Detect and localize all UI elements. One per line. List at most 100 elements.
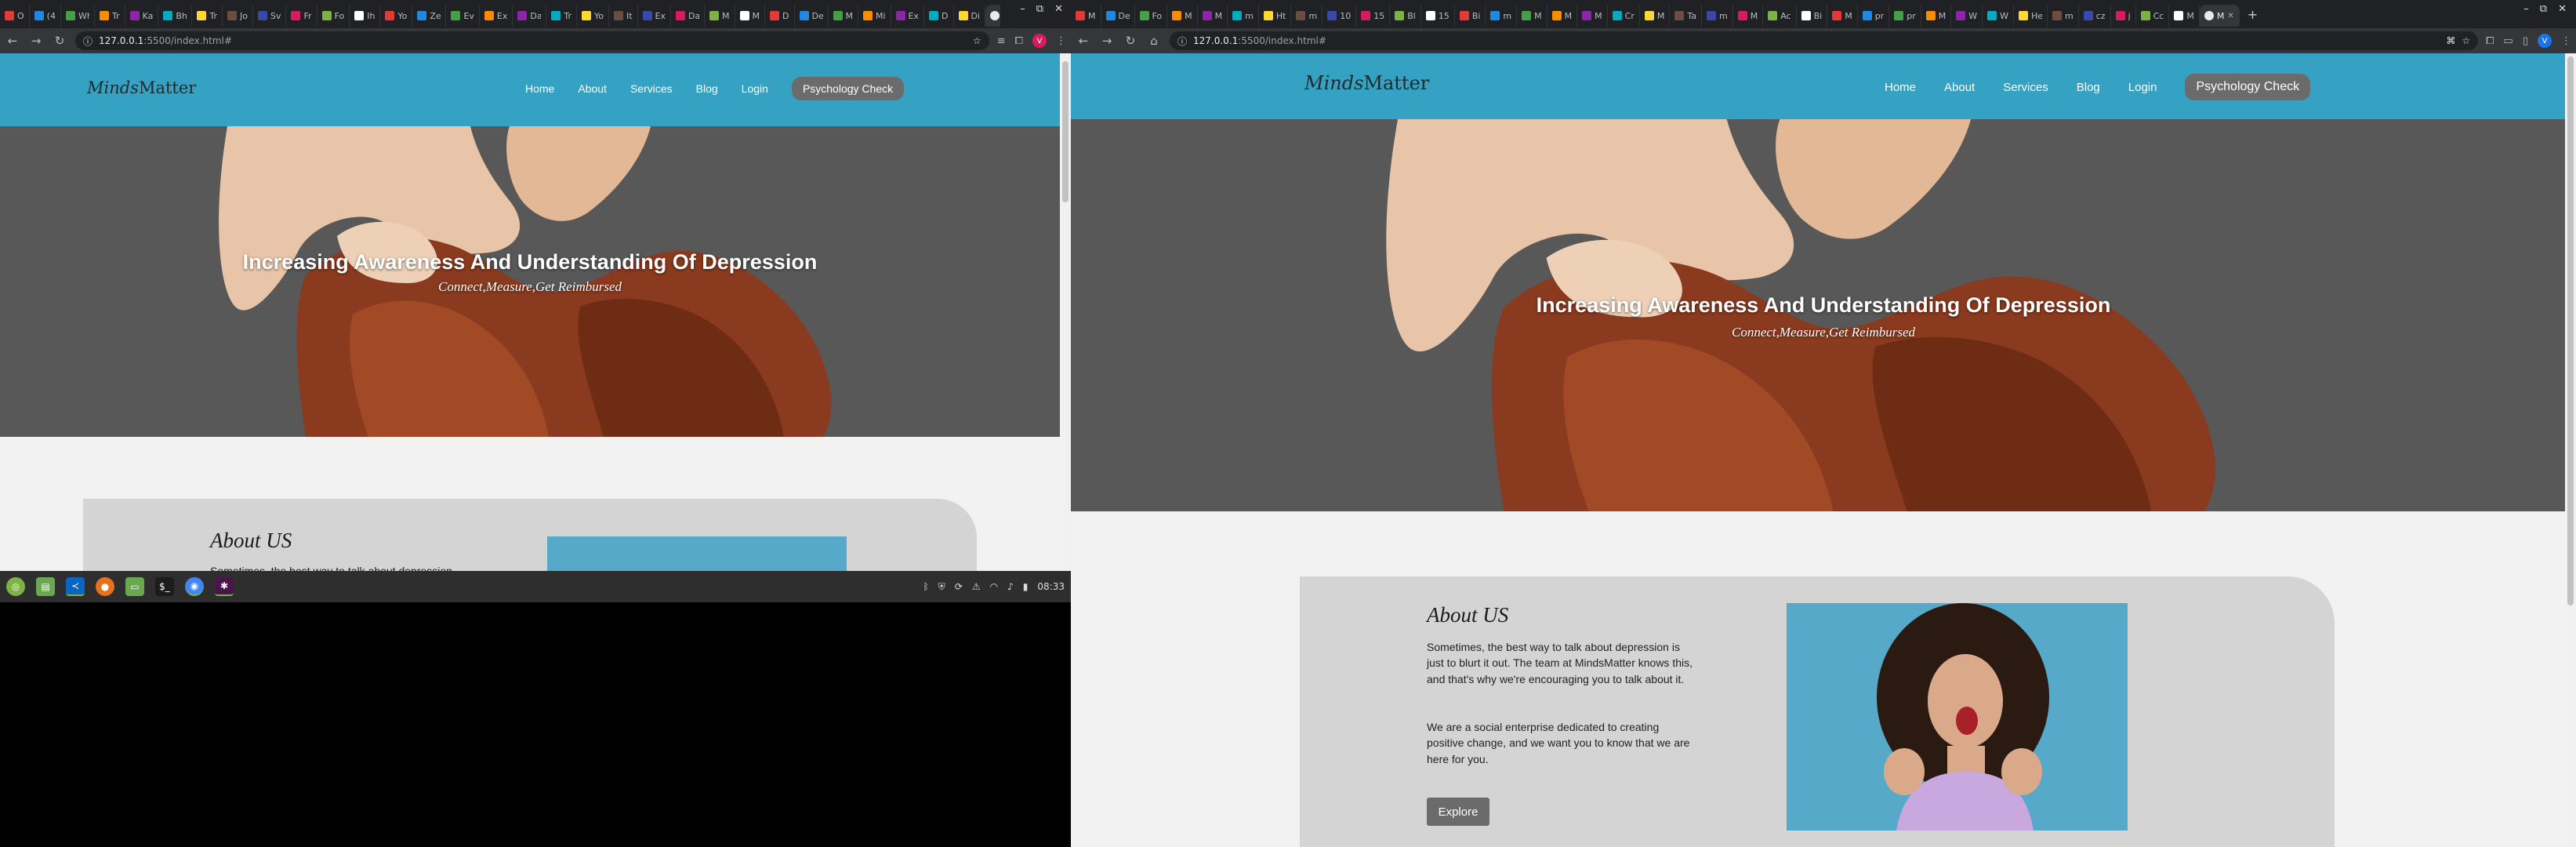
browser-tab[interactable]: M (1071, 5, 1101, 27)
nav-login[interactable]: Login (2128, 81, 2157, 94)
bluetooth-icon[interactable]: ᛒ (923, 581, 929, 592)
warning-icon[interactable]: ⚠ (972, 581, 981, 592)
terminal-icon[interactable]: $_ (155, 577, 174, 596)
tab-close-icon[interactable]: ✕ (2227, 12, 2233, 20)
nav-about[interactable]: About (578, 82, 607, 95)
browser-tab[interactable]: W (1951, 5, 1983, 27)
reload-icon[interactable]: ↻ (1123, 34, 1138, 48)
browser-tab[interactable]: M (1517, 5, 1547, 27)
browser-tab[interactable]: M (1921, 5, 1952, 27)
browser-tab[interactable]: m (2048, 5, 2079, 27)
extensions-icon[interactable]: ⧠ (2486, 35, 2494, 47)
profile-avatar[interactable]: V (1032, 34, 1047, 48)
nav-services[interactable]: Services (630, 82, 673, 95)
close-icon[interactable]: ✕ (2558, 3, 2567, 15)
files-icon[interactable]: ▤ (36, 577, 55, 596)
minimize-icon[interactable]: – (1020, 3, 1025, 15)
browser-tab[interactable]: (4 (30, 5, 61, 27)
browser-tab[interactable]: M (1577, 5, 1608, 27)
browser-tab[interactable]: Wh (61, 5, 95, 27)
browser-tab[interactable]: He (2014, 5, 2048, 27)
browser-tab[interactable]: M (705, 5, 735, 27)
restore-icon[interactable]: ⧉ (1036, 3, 1043, 15)
browser-tab-active[interactable]: D✕ (985, 5, 1000, 27)
nav-blog[interactable]: Blog (2077, 81, 2100, 94)
nav-about[interactable]: About (1944, 81, 1975, 94)
browser-tab[interactable]: m (1702, 5, 1733, 27)
nav-login[interactable]: Login (742, 82, 768, 95)
browser-tab[interactable]: Mi (858, 5, 891, 27)
browser-tab[interactable]: j (2111, 5, 2136, 27)
psychology-check-button[interactable]: Psychology Check (791, 77, 905, 100)
browser-tab[interactable]: It (609, 5, 638, 27)
browser-tab[interactable]: Ka (125, 5, 159, 27)
back-icon[interactable]: ← (5, 34, 20, 48)
browser-tab[interactable]: Yo (577, 5, 609, 27)
browser-tab[interactable]: cz (2079, 5, 2111, 27)
bookmark-star-icon[interactable]: ☆ (973, 35, 981, 46)
shield-icon[interactable]: ⛨ (938, 581, 945, 593)
info-icon[interactable]: ⓘ (83, 35, 93, 48)
browser-tab[interactable]: Tr (546, 5, 577, 27)
browser-tab[interactable]: De (795, 5, 829, 27)
vscode-icon[interactable]: ≺ (66, 577, 85, 596)
browser-tab[interactable]: M (1198, 5, 1228, 27)
browser-tab[interactable]: Fo (317, 5, 350, 27)
browser-tab[interactable]: Bi (1797, 5, 1828, 27)
browser-tab[interactable]: Ac (1763, 5, 1797, 27)
reload-icon[interactable]: ↻ (52, 34, 67, 48)
browser-tab[interactable]: D (924, 5, 954, 27)
close-icon[interactable]: ✕ (1054, 3, 1063, 15)
mint-menu-icon[interactable]: ◎ (6, 577, 25, 596)
browser-tab[interactable]: Ex (891, 5, 925, 27)
site-logo[interactable]: MindsMatter (87, 78, 196, 97)
browser-tab[interactable]: Fo (1135, 5, 1168, 27)
slack-icon[interactable]: ✱ (215, 577, 234, 596)
browser-tab[interactable]: M (1733, 5, 1764, 27)
browser-tab[interactable]: Yo (380, 5, 413, 27)
browser-tab[interactable]: Ht (1259, 5, 1292, 27)
chrome-icon[interactable]: ◉ (185, 577, 204, 596)
psychology-check-button[interactable]: Psychology Check (2185, 74, 2311, 100)
browser-tab[interactable]: Ze (412, 5, 447, 27)
browser-tab[interactable]: pr (1858, 5, 1890, 27)
wifi-icon[interactable]: ◠ (990, 581, 998, 592)
extensions-icon[interactable]: ⧠ (1015, 35, 1023, 47)
nav-blog[interactable]: Blog (696, 82, 718, 95)
update-icon[interactable]: ⟳ (955, 581, 963, 592)
nav-home[interactable]: Home (1885, 81, 1916, 94)
explore-button[interactable]: Explore (1427, 798, 1489, 826)
reading-list-icon[interactable]: ≡ (997, 35, 1006, 47)
back-icon[interactable]: ← (1076, 34, 1091, 48)
browser-tab[interactable]: m (1228, 5, 1259, 27)
bookmark-star-icon[interactable]: ☆ (2462, 35, 2470, 46)
scrollbar-thumb[interactable] (2567, 56, 2574, 605)
browser-tab[interactable]: Ex (480, 5, 513, 27)
browser-tab[interactable]: W (1983, 5, 2015, 27)
browser-tab[interactable]: Ex (638, 5, 672, 27)
browser-tab[interactable]: O (0, 5, 30, 27)
new-tab-button[interactable]: + (2240, 7, 2266, 22)
browser-tab[interactable]: Cc (2136, 5, 2170, 27)
browser-tab[interactable]: M (735, 5, 766, 27)
browser-tab[interactable]: Ev (446, 5, 480, 27)
page-scrollbar[interactable] (1060, 53, 1071, 571)
scrollbar-thumb[interactable] (1062, 61, 1068, 202)
browser-tab[interactable]: M (1827, 5, 1858, 27)
site-logo[interactable]: MindsMatter (1304, 72, 1429, 94)
browser-tab[interactable]: Da (671, 5, 706, 27)
browser-tab[interactable]: 10 (1322, 5, 1357, 27)
browser-tab[interactable]: Ta (1670, 5, 1702, 27)
menu-icon[interactable]: ⋮ (2561, 35, 2571, 47)
browser-tab[interactable]: Fr (286, 5, 317, 27)
page-scrollbar[interactable] (2565, 53, 2576, 847)
browser-tab[interactable]: m (1291, 5, 1323, 27)
folder-icon[interactable]: ▭ (125, 577, 144, 596)
browser-tab[interactable]: M (1640, 5, 1671, 27)
screenshot-icon[interactable]: ⌘ (2446, 35, 2455, 46)
menu-icon[interactable]: ⋮ (1056, 35, 1066, 47)
browser-tab[interactable]: m (1486, 5, 1518, 27)
profile-avatar[interactable]: V (2538, 34, 2552, 48)
browser-tab[interactable]: Da (513, 5, 547, 27)
minimize-icon[interactable]: – (2523, 3, 2529, 15)
